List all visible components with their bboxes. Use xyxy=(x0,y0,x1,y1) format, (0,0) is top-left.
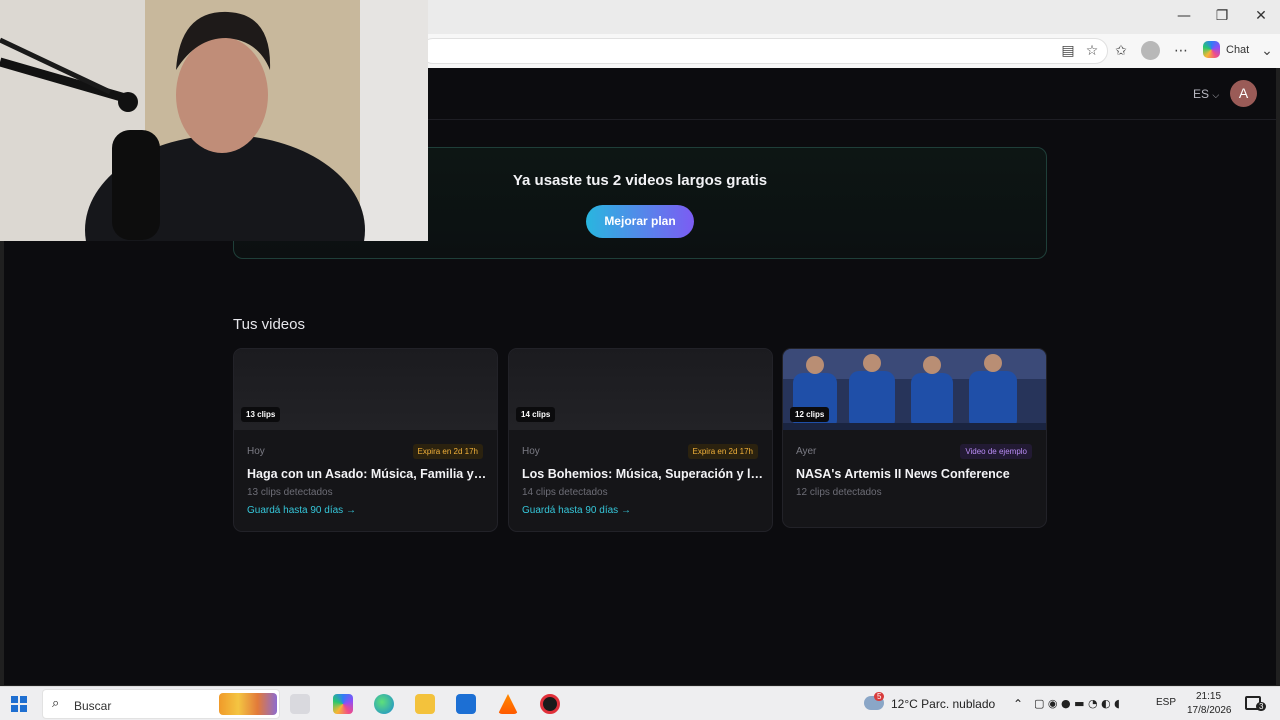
chevron-down-icon: ⌵ xyxy=(1212,90,1220,100)
edge-browser-icon[interactable] xyxy=(374,694,394,714)
save-link[interactable]: Guardá hasta 90 días → xyxy=(247,505,356,516)
chevron-down-icon[interactable]: ⌄ xyxy=(1256,40,1278,62)
reading-view-icon[interactable]: ▤ xyxy=(1057,40,1079,62)
task-view-icon[interactable] xyxy=(290,694,310,714)
copilot-chat-button[interactable]: Chat xyxy=(1203,41,1249,58)
chevron-up-icon[interactable]: ⌃ xyxy=(1013,697,1023,711)
clips-badge: 14 clips xyxy=(516,407,556,422)
windows-taskbar: ⌕ Buscar 5 12°C Parc. nublado ⌃ ▢ ◉ ● ▬ … xyxy=(0,686,1280,720)
weather-text[interactable]: 12°C Parc. nublado xyxy=(891,697,995,711)
clips-badge: 13 clips xyxy=(241,407,281,422)
clock-date[interactable]: 17/8/2026 xyxy=(1187,705,1232,716)
video-date: Hoy xyxy=(522,446,540,457)
favorite-star-icon[interactable]: ☆ xyxy=(1081,40,1103,62)
copilot-label: Chat xyxy=(1226,43,1250,56)
clips-detected: 14 clips detectados xyxy=(522,487,608,498)
video-title: Haga con un Asado: Música, Familia y Pas… xyxy=(247,467,489,481)
favorites-icon[interactable]: ✩ xyxy=(1110,40,1132,62)
tray-icons[interactable]: ▢ ◉ ● ▬ ◔ ◐ ◖ xyxy=(1034,697,1120,710)
taskbar-search-box[interactable]: ⌕ Buscar xyxy=(42,689,280,719)
more-menu-icon[interactable]: ⋯ xyxy=(1170,40,1192,62)
language-label: ES xyxy=(1193,87,1210,101)
video-card[interactable]: 12 clips Ayer Video de ejemplo NASA's Ar… xyxy=(782,348,1047,528)
save-link[interactable]: Guardá hasta 90 días → xyxy=(522,505,631,516)
user-avatar[interactable]: A xyxy=(1230,80,1257,107)
obs-studio-icon[interactable] xyxy=(540,694,560,714)
video-date: Ayer xyxy=(796,446,817,457)
clips-detected: 12 clips detectados xyxy=(796,487,882,498)
minimize-button[interactable]: — xyxy=(1165,4,1203,28)
copilot-icon xyxy=(1203,41,1220,58)
search-placeholder: Buscar xyxy=(74,699,112,713)
search-icon: ⌕ xyxy=(52,696,60,711)
outlook-icon[interactable] xyxy=(456,694,476,714)
example-tag: Video de ejemplo xyxy=(960,444,1032,459)
webcam-overlay xyxy=(0,0,428,241)
video-card[interactable]: 14 clips Hoy Expira en 2d 17h Los Bohemi… xyxy=(508,348,773,532)
video-card[interactable]: 13 clips Hoy Expira en 2d 17h Haga con u… xyxy=(233,348,498,532)
maximize-button[interactable]: ❐ xyxy=(1203,4,1241,28)
file-explorer-icon[interactable] xyxy=(415,694,435,714)
windows-start-icon[interactable] xyxy=(11,696,27,712)
input-language[interactable]: ESP xyxy=(1156,697,1176,708)
clock-time[interactable]: 21:15 xyxy=(1196,691,1221,702)
video-title: NASA's Artemis II News Conference xyxy=(796,467,1010,481)
expiry-tag: Expira en 2d 17h xyxy=(687,444,758,459)
vlc-icon[interactable] xyxy=(498,694,518,714)
close-button[interactable]: ✕ xyxy=(1242,4,1280,28)
video-date: Hoy xyxy=(247,446,265,457)
upgrade-plan-button[interactable]: Mejorar plan xyxy=(586,205,694,238)
video-title: Los Bohemios: Música, Superación y la Mo… xyxy=(522,467,764,481)
copilot-app-icon[interactable] xyxy=(333,694,353,714)
notification-count: 3 xyxy=(1256,702,1267,711)
address-bar[interactable] xyxy=(420,38,1108,64)
clips-badge: 12 clips xyxy=(790,407,830,422)
expiry-tag: Expira en 2d 17h xyxy=(412,444,483,459)
search-highlight-image xyxy=(219,693,277,715)
language-selector[interactable]: ES ⌵ xyxy=(1193,87,1219,101)
section-title: Tus videos xyxy=(233,316,305,333)
webcam-image xyxy=(0,0,428,241)
profile-icon[interactable] xyxy=(1141,41,1160,60)
clips-detected: 13 clips detectados xyxy=(247,487,333,498)
